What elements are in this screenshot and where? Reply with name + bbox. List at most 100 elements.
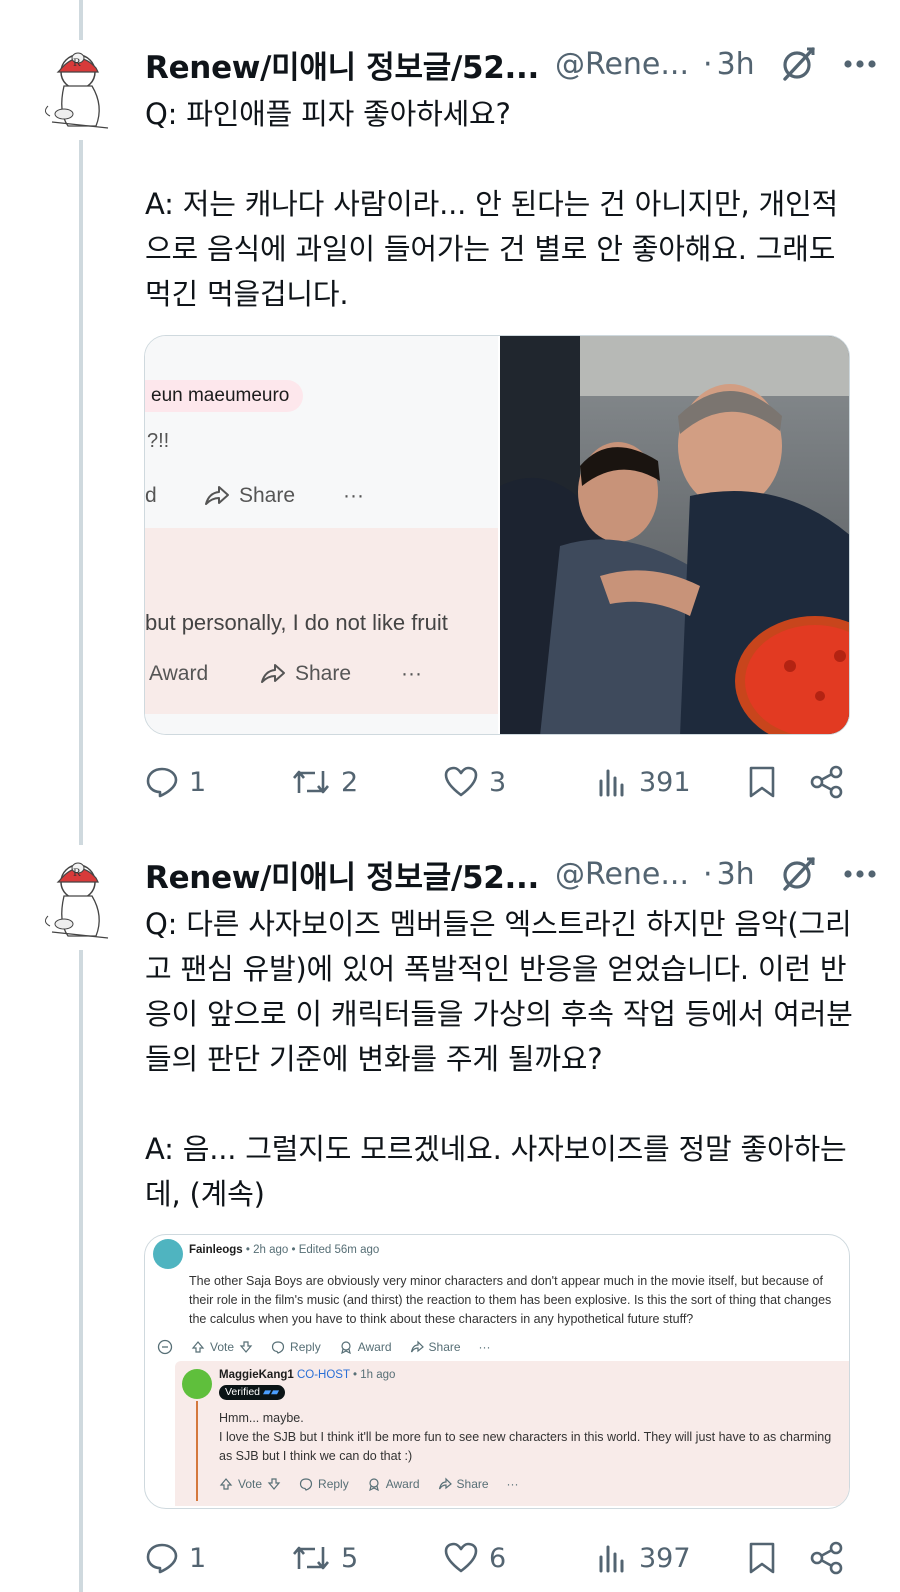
svg-text:R: R [73,868,81,879]
comment-body: Hmm... maybe. I love the SJB but I think… [219,1411,832,1463]
reply-label: Reply [318,1477,349,1491]
more-label: ··· [401,662,422,685]
comment-meta: • 1h ago [349,1369,396,1381]
award-icon [368,1478,379,1491]
share-label: Share [239,484,296,507]
repost-button[interactable]: 2 [291,760,358,804]
award-item: Award [367,1477,420,1491]
timestamp[interactable]: 3h [717,857,755,892]
author-handle[interactable]: @Rene... [555,47,689,82]
views-count: 397 [639,1542,691,1574]
like-button[interactable]: 3 [443,760,506,804]
bookmark-icon [749,1542,775,1574]
repost-icon [293,770,329,794]
share-icon [810,1541,843,1575]
share-icon [810,765,843,799]
avatar[interactable]: R [38,42,114,136]
comment-bubble-icon [299,1478,313,1491]
views-chart-icon [599,1545,624,1573]
tweet-text: Q: 파인애플 피자 좋아하세요? A: 저는 캐나다 사람이라... 안 된다… [145,97,838,311]
tweet-media[interactable]: eun maeumeuro ?!! d Share ··· but person… [144,335,850,735]
share-label: Share [295,662,352,685]
views-count: 391 [639,766,691,798]
repost-icon [293,1546,329,1570]
reply-box: but personally, I do not like fruit Awar… [145,528,498,714]
verified-badge: Verified ▰▰ [219,1385,286,1400]
reply-fragment: but personally, I do not like fruit [145,610,448,635]
author-name[interactable]: Renew/미애니 정보글/52... [145,852,539,897]
reddit-comment-screenshot[interactable]: Fainleogs • 2h ago • Edited 56m ago The … [144,1234,850,1509]
commenter-name: MaggieKang1 [219,1369,294,1381]
repost-button[interactable]: 5 [291,1536,358,1580]
reply-button[interactable]: 1 [145,760,206,804]
share-arrow-icon [205,486,229,505]
award-label: Award [357,1340,392,1354]
timestamp[interactable]: 3h [717,47,755,82]
grok-icon[interactable] [779,855,817,893]
tweet-actions: 1 5 6 397 [145,1536,850,1580]
commenter-avatar [182,1369,212,1399]
comment-meta: • 2h ago • Edited 56m ago [242,1244,380,1256]
bookmark-button[interactable] [745,760,779,804]
tweet-actions: 1 2 3 391 [145,760,850,804]
comment-bubble-icon [271,1341,285,1354]
action-row: Award Share ··· [145,654,498,694]
upvote-icon [191,1341,205,1353]
award-label: Award [149,662,209,685]
thread-line [79,140,83,845]
tweet-header: Renew/미애니 정보글/52... @Rene... · 3h [145,852,876,897]
vote-item: Vote [219,1477,281,1491]
reply-label: Reply [290,1340,321,1354]
question-fragment: ?!! [147,430,170,452]
avatar[interactable]: R [38,852,114,946]
grok-icon[interactable] [779,45,817,83]
reply-icon [146,1543,178,1574]
reply-button[interactable]: 1 [145,1536,206,1580]
meme-photo [500,336,849,734]
comment-action-bar: Vote Reply Award Share ··· [157,1335,509,1359]
reply-count: 1 [189,766,207,798]
author-name[interactable]: Renew/미애니 정보글/52... [145,42,539,87]
views-button[interactable]: 391 [595,760,691,804]
share-item: Share [410,1340,461,1354]
upvote-icon [219,1478,233,1490]
svg-text:R: R [73,58,81,69]
heart-icon [444,766,478,797]
comment-header: Fainleogs • 2h ago • Edited 56m ago [189,1244,379,1256]
thread-line [79,950,83,1592]
thread-line [79,0,83,40]
views-button[interactable]: 397 [595,1536,691,1580]
share-arrow-icon [438,1477,452,1490]
downvote-icon [267,1478,281,1490]
share-arrow-icon [410,1340,424,1353]
author-handle[interactable]: @Rene... [555,857,689,892]
verified-label: Verified [225,1386,261,1398]
tweet-header: Renew/미애니 정보글/52... @Rene... · 3h [145,42,876,87]
bookmark-button[interactable] [745,1536,779,1580]
share-button[interactable] [809,760,845,804]
like-button[interactable]: 6 [443,1536,506,1580]
heart-icon [444,1542,478,1573]
repost-count: 5 [341,1542,359,1574]
downvote-icon [239,1341,253,1353]
share-item: Share [438,1477,489,1491]
cohost-tag: CO-HOST [296,1369,350,1381]
more-options-icon[interactable] [843,59,877,69]
share-item: Share [203,476,295,516]
separator-dot: · [703,856,713,892]
tweet-text: Q: 다른 사자보이즈 멤버들은 엑스트라긴 하지만 음악(그리고 팬심 유발)… [145,907,853,1211]
award-item: Award [339,1340,392,1354]
bookmark-icon [749,766,775,798]
more-label: ··· [343,484,364,507]
more-options-icon[interactable] [843,869,877,879]
views-chart-icon [599,769,624,797]
reply-item: Reply [299,1477,349,1491]
vote-label: Vote [238,1477,263,1491]
reply-icon [146,767,178,798]
reddit-screenshot: eun maeumeuro ?!! d Share ··· but person… [145,336,498,734]
share-button[interactable] [809,1536,845,1580]
vote-item: Vote [191,1340,253,1354]
more-label: ··· [506,1477,519,1491]
like-count: 6 [489,1542,507,1574]
vote-label: Vote [210,1340,235,1354]
